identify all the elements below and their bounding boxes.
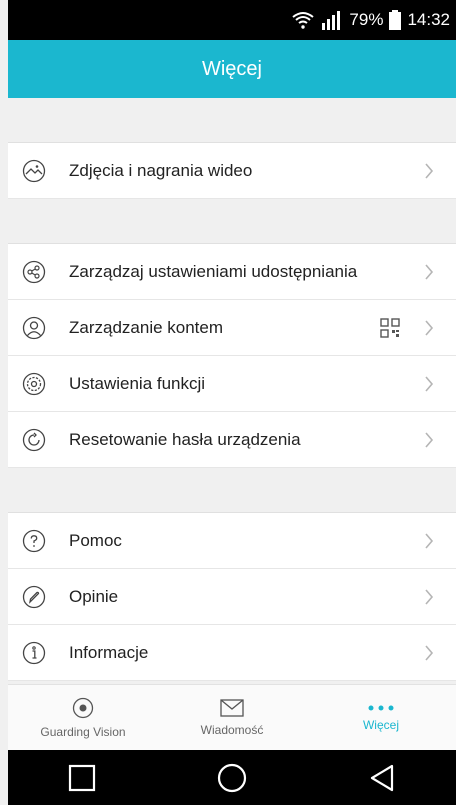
status-time: 14:32 — [407, 10, 450, 29]
share-icon — [22, 260, 46, 283]
section-gap — [8, 98, 456, 143]
menu-item-photos-videos[interactable]: Zdjęcia i nagrania wideo — [8, 143, 456, 199]
menu-list: Zdjęcia i nagrania wideo Zarządzaj ustaw… — [8, 98, 456, 681]
menu-item-function-settings[interactable]: Ustawienia funkcji — [8, 356, 456, 412]
system-navigation-bar — [8, 750, 456, 805]
section-gap — [8, 468, 456, 513]
settings-icon — [22, 372, 46, 395]
chevron-right-icon — [425, 319, 434, 336]
menu-item-label: Ustawienia funkcji — [69, 373, 206, 393]
menu-item-help[interactable]: Pomoc — [8, 513, 456, 569]
battery-percent: 79% — [349, 10, 384, 29]
menu-item-reset-password[interactable]: Resetowanie hasła urządzenia — [8, 412, 456, 468]
photo-icon — [22, 159, 46, 182]
page-title: Więcej — [201, 57, 262, 80]
battery-icon — [389, 10, 402, 30]
menu-item-account[interactable]: Zarządzanie kontem — [8, 300, 456, 356]
help-icon — [22, 529, 46, 552]
qr-code-icon[interactable] — [380, 318, 400, 338]
more-icon — [368, 705, 394, 711]
chevron-right-icon — [425, 162, 434, 179]
tab-guarding-vision[interactable]: Guarding Vision — [8, 685, 158, 751]
menu-item-label: Resetowanie hasła urządzenia — [69, 429, 301, 449]
back-icon[interactable] — [367, 763, 397, 793]
tab-message[interactable]: Wiadomość — [157, 685, 307, 751]
menu-item-label: Zarządzaj ustawieniami udostępniania — [69, 261, 358, 281]
message-icon — [220, 699, 244, 717]
section-gap — [8, 199, 456, 244]
signal-icon — [322, 11, 341, 30]
chevron-right-icon — [425, 532, 434, 549]
menu-item-label: Zdjęcia i nagrania wideo — [69, 160, 253, 180]
tab-label: Więcej — [362, 718, 399, 732]
menu-item-feedback[interactable]: Opinie — [8, 569, 456, 625]
menu-item-info[interactable]: Informacje — [8, 625, 456, 681]
wifi-icon — [292, 12, 315, 29]
guarding-vision-icon — [72, 697, 94, 719]
status-bar-right: 79% 14:32 — [291, 0, 450, 40]
status-bar: 79% 14:32 — [8, 0, 456, 40]
menu-item-label: Opinie — [69, 586, 119, 606]
home-icon[interactable] — [216, 762, 248, 794]
chevron-right-icon — [425, 644, 434, 661]
header: Więcej — [8, 40, 456, 98]
chevron-right-icon — [425, 431, 434, 448]
chevron-right-icon — [425, 263, 434, 280]
chevron-right-icon — [425, 588, 434, 605]
menu-item-label: Informacje — [69, 642, 149, 662]
chevron-right-icon — [425, 375, 434, 392]
menu-item-label: Pomoc — [69, 530, 122, 550]
account-icon — [22, 316, 46, 339]
info-icon — [22, 641, 46, 664]
feedback-icon — [22, 585, 46, 608]
tab-label: Wiadomość — [200, 723, 264, 737]
bottom-tab-bar: Guarding Vision Wiadomość Więcej — [8, 684, 456, 751]
tab-label: Guarding Vision — [40, 725, 126, 739]
tab-more[interactable]: Więcej — [306, 685, 456, 751]
menu-item-label: Zarządzanie kontem — [69, 317, 224, 337]
menu-item-share-settings[interactable]: Zarządzaj ustawieniami udostępniania — [8, 244, 456, 300]
reset-icon — [22, 428, 46, 451]
recent-apps-icon[interactable] — [67, 763, 97, 793]
